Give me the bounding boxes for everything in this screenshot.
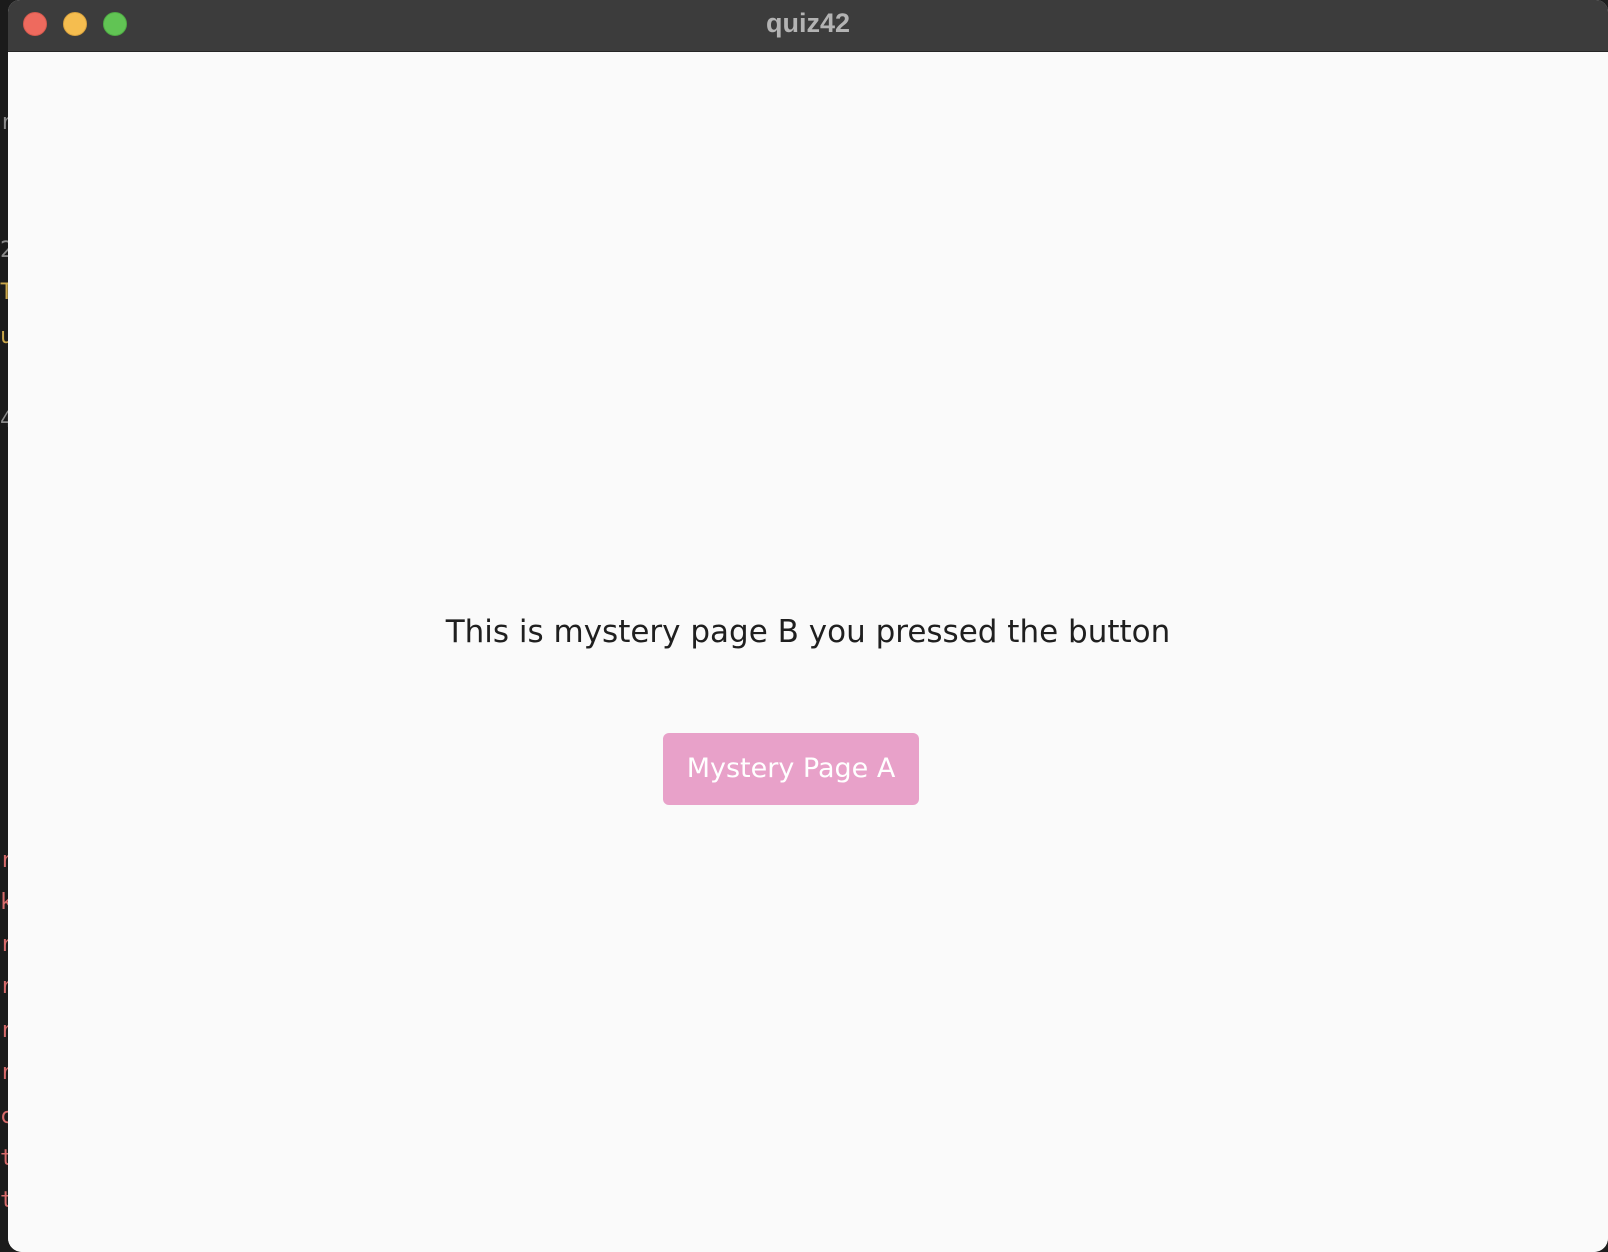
app-window: quiz42 This is mystery page B you presse… [8, 0, 1608, 1252]
mystery-page-a-button[interactable]: Mystery Page A [663, 733, 919, 805]
page-message: This is mystery page B you pressed the b… [445, 614, 1171, 650]
window-title: quiz42 [765, 8, 851, 38]
title-bar[interactable]: quiz42 [8, 0, 1608, 52]
page-content: This is mystery page B you pressed the b… [8, 52, 1608, 1252]
